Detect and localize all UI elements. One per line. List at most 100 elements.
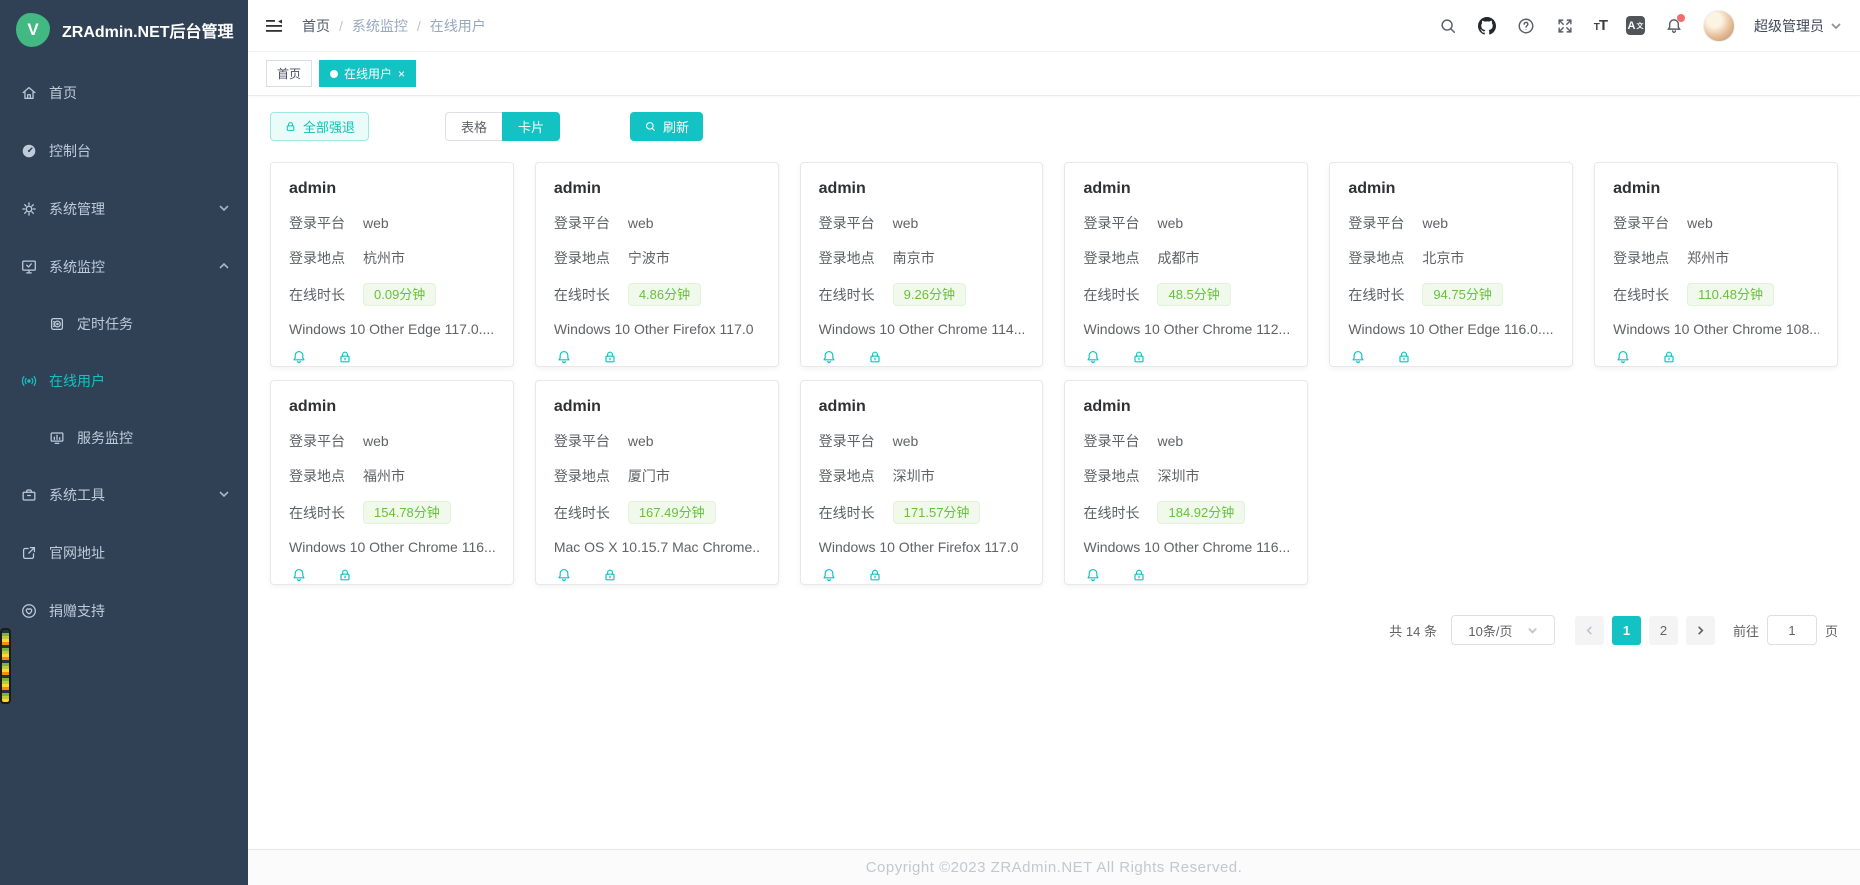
collapse-sidebar-icon[interactable] (264, 15, 286, 37)
force-logout-lock-icon[interactable] (867, 567, 884, 584)
refresh-button[interactable]: 刷新 (630, 112, 703, 141)
sidebar-item-official-site[interactable]: 官网地址 (0, 524, 248, 582)
page-button-2[interactable]: 2 (1649, 616, 1678, 645)
sidebar-item-home[interactable]: 首页 (0, 64, 248, 122)
force-logout-lock-icon[interactable] (867, 349, 884, 366)
notify-bell-icon[interactable] (1350, 349, 1367, 366)
user-name: admin (1348, 180, 1554, 198)
location-label: 登录地点 (1083, 466, 1157, 486)
user-card: admin 登录平台web 登录地点宁波市 在线时长4.86分钟 Windows… (535, 162, 779, 367)
notify-bell-icon[interactable] (556, 567, 573, 584)
card-view-button[interactable]: 卡片 (502, 112, 560, 141)
force-logout-lock-icon[interactable] (337, 567, 354, 584)
table-view-button[interactable]: 表格 (445, 112, 502, 141)
force-logout-lock-icon[interactable] (1396, 349, 1413, 366)
location-label: 登录地点 (554, 248, 628, 268)
tab-home[interactable]: 首页 (266, 60, 312, 87)
notify-bell-icon[interactable] (821, 567, 838, 584)
force-logout-lock-icon[interactable] (1131, 567, 1148, 584)
search-icon[interactable] (1438, 16, 1458, 36)
footer: Copyright ©2023 ZRAdmin.NET All Rights R… (248, 849, 1860, 885)
browser-info: Windows 10 Other Edge 117.0.... (289, 321, 495, 337)
next-page-button[interactable] (1686, 616, 1715, 645)
platform-label: 登录平台 (819, 431, 893, 451)
browser-info: Windows 10 Other Edge 116.0.... (1348, 321, 1554, 337)
duration-badge: 4.86分钟 (628, 283, 701, 306)
duration-badge: 9.26分钟 (893, 283, 966, 306)
app-title: ZRAdmin.NET后台管理 (62, 18, 234, 42)
prev-page-button[interactable] (1575, 616, 1604, 645)
goto-page-input[interactable] (1767, 615, 1817, 645)
help-icon[interactable] (1516, 16, 1536, 36)
location-value: 郑州市 (1687, 248, 1729, 268)
sidebar-item-service-monitor[interactable]: 服务监控 (0, 410, 248, 466)
chevron-down-icon (218, 487, 230, 503)
duration-badge: 110.48分钟 (1687, 283, 1774, 306)
sidebar: V ZRAdmin.NET后台管理 首页 控制台 系统管理 系统监控 定时任务 (0, 0, 248, 885)
notify-bell-icon[interactable] (1615, 349, 1632, 366)
duration-label: 在线时长 (1083, 503, 1157, 523)
notify-bell-icon[interactable] (291, 349, 308, 366)
header: 首页 / 系统监控 / 在线用户 TT A文 超级管理员 (248, 0, 1860, 52)
bell-icon[interactable] (1664, 16, 1684, 36)
breadcrumb-home[interactable]: 首页 (302, 16, 330, 36)
page-button-1[interactable]: 1 (1612, 616, 1641, 645)
github-icon[interactable] (1477, 16, 1497, 36)
force-logout-lock-icon[interactable] (1661, 349, 1678, 366)
lock-icon (284, 120, 297, 133)
duration-label: 在线时长 (1613, 285, 1687, 305)
user-menu[interactable]: 超级管理员 (1754, 16, 1842, 36)
user-card: admin 登录平台web 登录地点郑州市 在线时长110.48分钟 Windo… (1594, 162, 1838, 367)
force-logout-lock-icon[interactable] (1131, 349, 1148, 366)
sidebar-item-online-users[interactable]: 在线用户 (0, 352, 248, 410)
app-logo[interactable]: V ZRAdmin.NET后台管理 (0, 0, 248, 60)
sidebar-item-system-mgmt[interactable]: 系统管理 (0, 180, 248, 238)
location-label: 登录地点 (1613, 248, 1687, 268)
location-value: 北京市 (1422, 248, 1464, 268)
notify-bell-icon[interactable] (1085, 567, 1102, 584)
refresh-label: 刷新 (663, 117, 689, 136)
force-logout-all-button[interactable]: 全部强退 (270, 112, 369, 141)
location-value: 深圳市 (893, 466, 935, 486)
breadcrumb-online-users: 在线用户 (430, 16, 486, 36)
fullscreen-icon[interactable] (1555, 16, 1575, 36)
floating-widget[interactable] (0, 628, 11, 704)
platform-label: 登录平台 (289, 431, 363, 451)
notify-bell-icon[interactable] (291, 567, 308, 584)
sidebar-item-system-monitor[interactable]: 系统监控 (0, 238, 248, 296)
sidebar-item-system-tools[interactable]: 系统工具 (0, 466, 248, 524)
platform-label: 登录平台 (1348, 213, 1422, 233)
force-logout-lock-icon[interactable] (602, 349, 619, 366)
sidebar-item-console[interactable]: 控制台 (0, 122, 248, 180)
active-dot (330, 70, 338, 78)
notify-bell-icon[interactable] (821, 349, 838, 366)
tab-close-icon[interactable]: × (398, 67, 405, 81)
user-card: admin 登录平台web 登录地点南京市 在线时长9.26分钟 Windows… (800, 162, 1044, 367)
notify-bell-icon[interactable] (1085, 349, 1102, 366)
avatar[interactable] (1703, 10, 1735, 42)
font-size-icon[interactable]: TT (1594, 17, 1607, 34)
sidebar-item-scheduled-tasks[interactable]: 定时任务 (0, 296, 248, 352)
search-icon (644, 120, 657, 133)
breadcrumb-system-monitor[interactable]: 系统监控 (352, 16, 408, 36)
location-label: 登录地点 (819, 248, 893, 268)
notify-bell-icon[interactable] (556, 349, 573, 366)
sidebar-menu: 首页 控制台 系统管理 系统监控 定时任务 在线用户 服务监控 (0, 64, 248, 640)
notification-dot (1677, 14, 1685, 22)
breadcrumb: 首页 / 系统监控 / 在线用户 (302, 16, 486, 36)
tab-online-users[interactable]: 在线用户 × (319, 60, 416, 87)
tag-tab-bar: 首页 在线用户 × (248, 52, 1860, 96)
page-size-select[interactable]: 10条/页 (1451, 615, 1555, 645)
toolbar: 全部强退 表格 卡片 刷新 (248, 96, 1860, 141)
location-value: 福州市 (363, 466, 405, 486)
user-name: admin (819, 180, 1025, 198)
browser-info: Windows 10 Other Chrome 108.... (1613, 321, 1819, 337)
location-value: 厦门市 (628, 466, 670, 486)
duration-label: 在线时长 (289, 503, 363, 523)
force-logout-lock-icon[interactable] (337, 349, 354, 366)
duration-badge: 184.92分钟 (1157, 501, 1245, 524)
sidebar-item-donate[interactable]: 捐赠支持 (0, 582, 248, 640)
sidebar-item-label: 在线用户 (49, 371, 105, 391)
force-logout-lock-icon[interactable] (602, 567, 619, 584)
language-icon[interactable]: A文 (1626, 16, 1645, 35)
